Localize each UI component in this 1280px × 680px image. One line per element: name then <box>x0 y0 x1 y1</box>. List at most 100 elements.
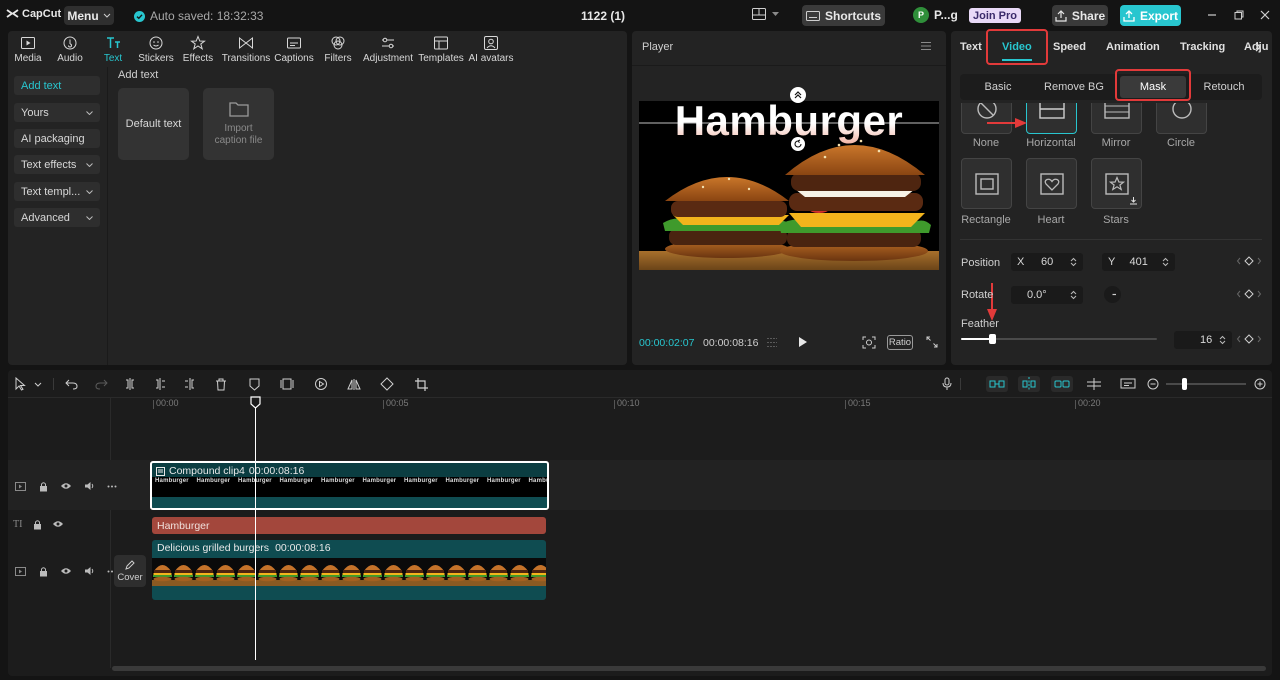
subtab-retouch[interactable]: Retouch <box>1189 76 1259 98</box>
subtab-basic[interactable]: Basic <box>962 76 1034 98</box>
tool-stickers[interactable]: Stickers <box>134 33 178 65</box>
mask-rotate-handle[interactable] <box>791 137 805 151</box>
split-button[interactable] <box>122 376 138 392</box>
tab-animation[interactable]: Animation <box>1106 41 1160 53</box>
play-button[interactable] <box>798 336 808 348</box>
tool-effects[interactable]: Effects <box>178 33 218 65</box>
sidebar-item-advanced[interactable]: Advanced <box>14 208 100 227</box>
stepper-icon[interactable] <box>1219 335 1226 345</box>
timeline-zoom-slider[interactable] <box>1166 378 1246 390</box>
tool-text[interactable]: Text <box>93 33 133 65</box>
feather-keyframe[interactable] <box>1236 334 1262 344</box>
video-clip[interactable]: Delicious grilled burgers 00:00:08:16 <box>152 540 546 600</box>
mask-mirror[interactable] <box>1091 103 1142 134</box>
sidebar-item-ai-packaging[interactable]: AI packaging <box>14 129 100 148</box>
feather-field[interactable]: 16 <box>1174 331 1232 349</box>
close-button[interactable] <box>1259 9 1271 21</box>
import-caption-card[interactable]: Import caption file <box>203 88 274 160</box>
lock-icon[interactable] <box>31 518 43 530</box>
tabs-scroll-button[interactable] <box>1254 42 1262 52</box>
join-pro-button[interactable]: Join Pro <box>969 8 1021 23</box>
tab-tracking[interactable]: Tracking <box>1180 41 1225 53</box>
tab-speed[interactable]: Speed <box>1053 41 1086 53</box>
tool-captions[interactable]: Captions <box>273 33 315 65</box>
feather-slider[interactable] <box>961 334 1157 344</box>
tool-transitions[interactable]: Transitions <box>222 33 270 65</box>
minimize-button[interactable] <box>1206 9 1218 21</box>
crop-button[interactable] <box>413 376 429 392</box>
text-clip[interactable]: Hamburger <box>152 517 546 534</box>
tool-ai-avatars[interactable]: AI avatars <box>466 33 516 65</box>
eye-icon[interactable] <box>60 480 72 492</box>
position-x-field[interactable]: X 60 <box>1011 253 1083 271</box>
share-button[interactable]: Share <box>1052 5 1108 26</box>
lock-icon[interactable] <box>37 480 49 492</box>
timeline-scrollbar[interactable] <box>112 666 1266 671</box>
sidebar-item-text-templ[interactable]: Text templ... <box>14 182 100 201</box>
zoom-slider-thumb[interactable] <box>1182 378 1187 390</box>
auto-snap-button[interactable] <box>1018 376 1040 392</box>
menu-button[interactable]: Menu <box>64 6 114 25</box>
mask-stars[interactable] <box>1091 158 1142 209</box>
rotate-dial[interactable] <box>1104 286 1121 303</box>
sidebar-item-yours[interactable]: Yours <box>14 103 100 122</box>
sidebar-item-add-text[interactable]: Add text <box>14 76 100 95</box>
tool-media[interactable]: Media <box>8 33 48 65</box>
list-view-button[interactable] <box>766 337 778 348</box>
position-y-field[interactable]: Y 401 <box>1102 253 1175 271</box>
main-track-magnet-button[interactable] <box>986 376 1008 392</box>
compound-clip[interactable]: Compound clip4 00:00:08:16 Hamburger Hamb… <box>150 461 549 510</box>
tool-filters[interactable]: Filters <box>317 33 359 65</box>
rotate-keyframe[interactable] <box>1236 289 1262 299</box>
export-button[interactable]: Export <box>1120 5 1181 26</box>
mask-heart[interactable] <box>1026 158 1077 209</box>
rotate-field[interactable]: 0.0° <box>1011 286 1083 304</box>
preview-axis-button[interactable] <box>1086 376 1102 392</box>
tool-adjustment[interactable]: Adjustment <box>359 33 417 65</box>
hamburger-title-overlay[interactable]: Hamburger <box>639 101 939 145</box>
delete-button[interactable] <box>213 376 229 392</box>
record-audio-button[interactable] <box>939 376 955 392</box>
ratio-button[interactable]: Ratio <box>887 335 913 350</box>
stepper-icon[interactable] <box>1070 257 1077 267</box>
undo-button[interactable] <box>63 376 79 392</box>
eye-icon[interactable] <box>60 565 72 577</box>
redo-button[interactable] <box>93 376 109 392</box>
rotate-button[interactable] <box>379 376 395 392</box>
tool-audio[interactable]: Audio <box>50 33 90 65</box>
feather-slider-thumb[interactable] <box>989 334 996 344</box>
more-icon[interactable] <box>106 480 118 492</box>
fullscreen-button[interactable] <box>926 336 938 348</box>
subtab-mask[interactable]: Mask <box>1120 76 1186 98</box>
zoom-out-button[interactable] <box>1145 376 1161 392</box>
reverse-button[interactable] <box>313 376 329 392</box>
speaker-icon[interactable] <box>83 565 95 577</box>
freeze-button[interactable] <box>279 376 295 392</box>
stepper-icon[interactable] <box>1162 257 1169 267</box>
subtab-remove-bg[interactable]: Remove BG <box>1036 76 1112 98</box>
split-left-button[interactable] <box>152 376 168 392</box>
speaker-icon[interactable] <box>83 480 95 492</box>
select-tool-button[interactable] <box>13 376 29 392</box>
video-preview[interactable]: Hamburger <box>639 101 939 270</box>
mask-horizontal[interactable] <box>1026 103 1077 134</box>
player-menu-button[interactable] <box>920 41 932 51</box>
caption-view-button[interactable] <box>1120 376 1136 392</box>
layout-button[interactable] <box>752 8 779 20</box>
playhead[interactable] <box>255 398 256 660</box>
select-tool-dropdown[interactable] <box>33 376 43 392</box>
position-keyframe[interactable] <box>1236 256 1262 266</box>
mask-rectangle[interactable] <box>961 158 1012 209</box>
marker-button[interactable] <box>246 376 262 392</box>
zoom-in-button[interactable] <box>1252 376 1268 392</box>
user-account[interactable]: P P...g <box>913 7 958 23</box>
tab-text[interactable]: Text <box>960 41 982 53</box>
mask-handle-top[interactable] <box>790 87 806 103</box>
lock-icon[interactable] <box>37 565 49 577</box>
tab-video[interactable]: Video <box>1002 41 1032 53</box>
tool-templates[interactable]: Templates <box>416 33 466 65</box>
default-text-card[interactable]: Default text <box>118 88 189 160</box>
sidebar-item-text-effects[interactable]: Text effects <box>14 155 100 174</box>
shortcuts-button[interactable]: Shortcuts <box>802 5 885 26</box>
eye-icon[interactable] <box>52 518 64 530</box>
